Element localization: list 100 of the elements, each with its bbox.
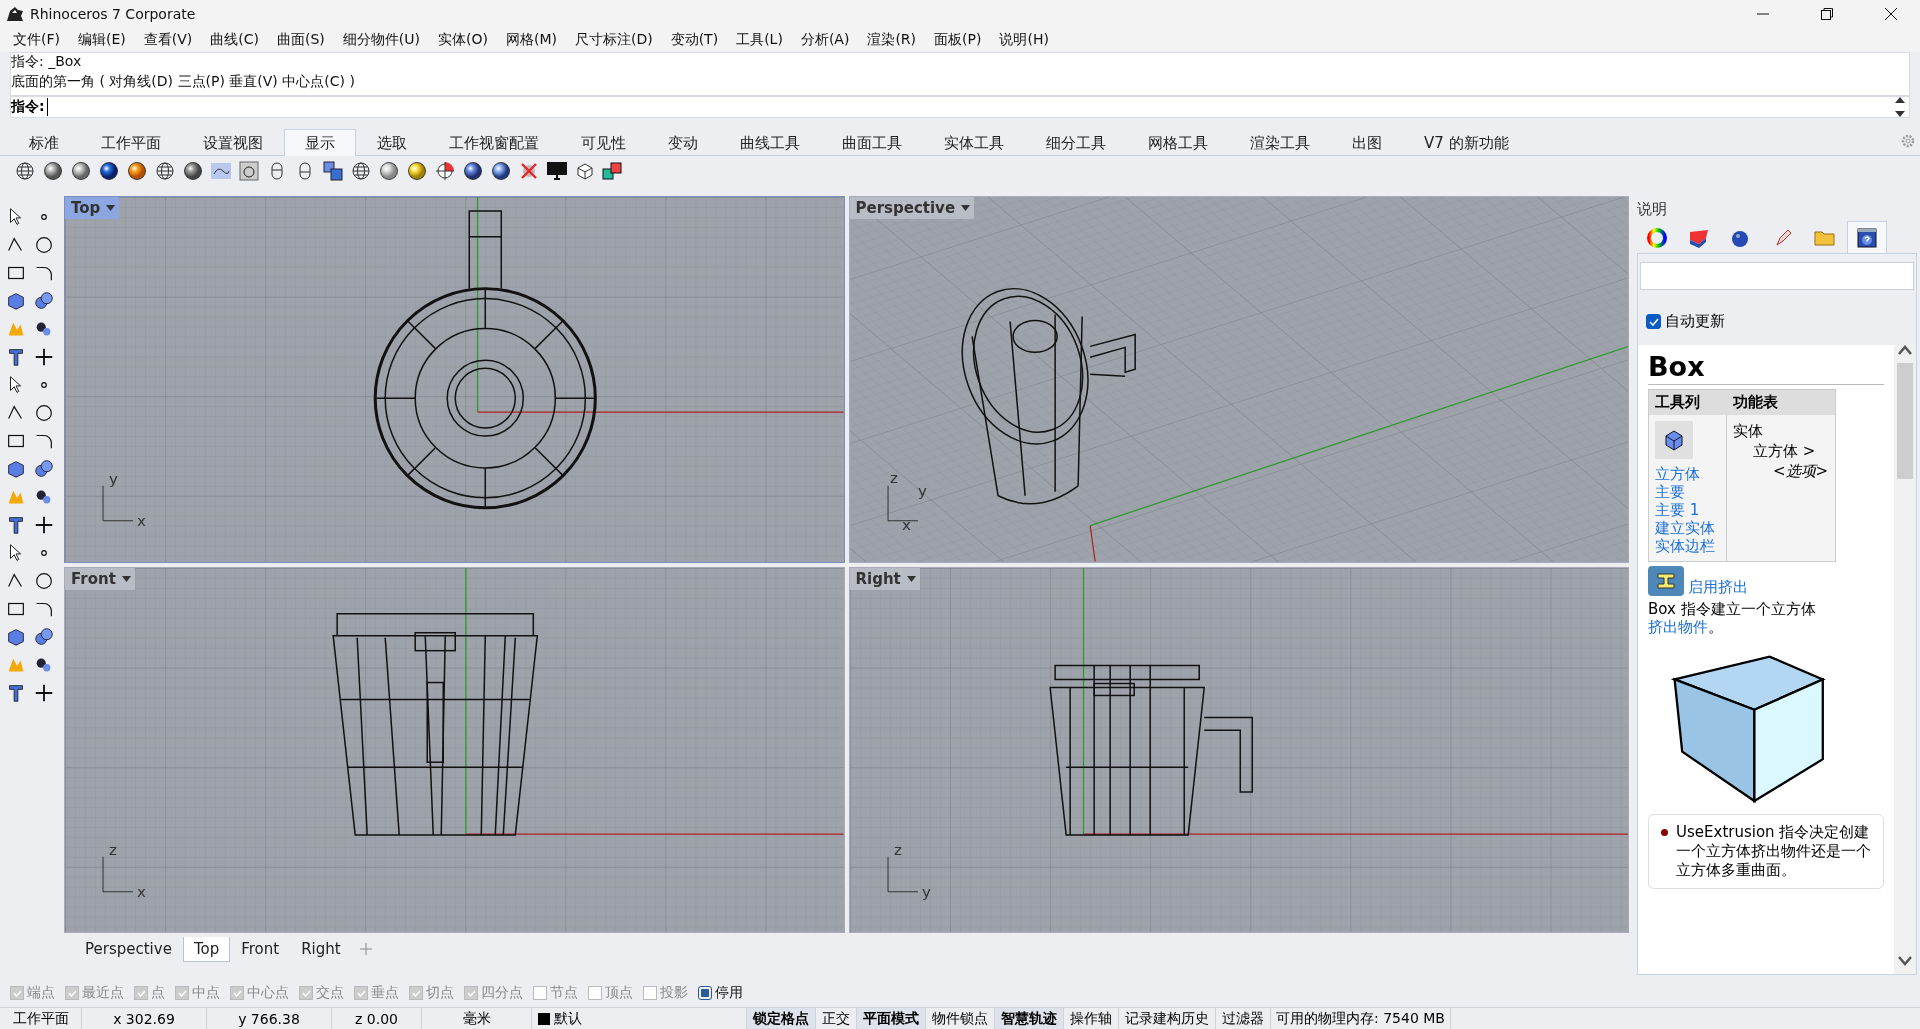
toolbar-tab[interactable]: 变动 bbox=[647, 129, 719, 156]
scroll-down-icon[interactable] bbox=[1898, 956, 1912, 966]
status-toggle[interactable]: 操作轴 bbox=[1064, 1008, 1119, 1029]
osnap-checkbox[interactable] bbox=[65, 986, 79, 1000]
toolbar-link[interactable]: 主要 bbox=[1655, 483, 1720, 501]
menu-item[interactable]: 分析(A) bbox=[791, 31, 859, 49]
menu-item[interactable]: 尺寸标注(D) bbox=[565, 31, 662, 49]
search-field[interactable] bbox=[1640, 262, 1914, 290]
toolbar-tab[interactable]: 工作视窗配置 bbox=[428, 129, 560, 156]
extrusion-icon[interactable] bbox=[1648, 566, 1684, 596]
description-text: Box 指令建立一个立方体 挤出物件。 bbox=[1648, 600, 1817, 636]
axis-label: y bbox=[921, 882, 931, 901]
toolbar-tab[interactable]: 可见性 bbox=[560, 129, 647, 156]
osnap-checkbox[interactable] bbox=[10, 986, 24, 1000]
box-tool-icon[interactable] bbox=[1655, 421, 1693, 459]
toolbar-tab[interactable]: 细分工具 bbox=[1025, 129, 1127, 156]
menu-item[interactable]: 工具(L) bbox=[727, 31, 792, 49]
osnap-checkbox[interactable] bbox=[464, 986, 478, 1000]
status-toggle[interactable]: 记录建构历史 bbox=[1119, 1008, 1216, 1029]
disable-checkbox[interactable] bbox=[698, 986, 712, 1000]
menu-item[interactable]: 文件(F) bbox=[4, 31, 69, 49]
panel-title: 说明 bbox=[1637, 200, 1668, 219]
layer-swatch-icon bbox=[538, 1012, 550, 1025]
viewport-tab[interactable]: Top bbox=[182, 936, 231, 962]
extrusion-object-link[interactable]: 挤出物件 bbox=[1648, 618, 1708, 636]
toolbar-link[interactable]: 建立实体 bbox=[1655, 519, 1720, 537]
osnap-checkbox[interactable] bbox=[134, 986, 148, 1000]
osnap-label: 中心点 bbox=[247, 984, 289, 1002]
scrollbar[interactable] bbox=[1894, 345, 1916, 974]
menu-item[interactable]: 细分物件(U) bbox=[333, 31, 429, 49]
axis-icon bbox=[102, 485, 134, 522]
restore-icon bbox=[1821, 8, 1833, 20]
status-toggle[interactable]: 锁定格点 bbox=[747, 1008, 816, 1029]
help-title: Box bbox=[1648, 351, 1884, 385]
menu-item[interactable]: 网格(M) bbox=[496, 31, 566, 49]
status-toggle[interactable]: 智慧轨迹 bbox=[995, 1008, 1064, 1029]
menu-item[interactable]: 查看(V) bbox=[134, 31, 202, 49]
toolbar-link[interactable]: 主要 1 bbox=[1655, 501, 1720, 519]
toolbar-tab[interactable]: 选取 bbox=[356, 129, 428, 156]
viewport-title[interactable]: Top bbox=[65, 197, 120, 219]
osnap-checkbox[interactable] bbox=[643, 986, 657, 1000]
viewport-tab[interactable]: Perspective bbox=[74, 936, 183, 962]
menu-item[interactable]: 说明(H) bbox=[990, 31, 1058, 49]
viewport-tab[interactable]: Right bbox=[290, 936, 352, 962]
osnap-checkbox[interactable] bbox=[588, 986, 602, 1000]
panel-tab[interactable] bbox=[1847, 221, 1887, 253]
menu-item[interactable]: 曲线(C) bbox=[201, 31, 268, 49]
toolbar-tab[interactable]: 设置视图 bbox=[182, 129, 284, 156]
menu-item[interactable]: 编辑(E) bbox=[69, 31, 135, 49]
y-coordinate: y 766.38 bbox=[207, 1008, 332, 1029]
stacked-cubes-icon[interactable] bbox=[320, 158, 346, 184]
toolbar-tab[interactable]: 出图 bbox=[1331, 129, 1403, 156]
scroll-up-icon[interactable] bbox=[1898, 345, 1912, 355]
viewport-title[interactable]: Front bbox=[65, 567, 135, 590]
osnap-checkbox[interactable] bbox=[409, 986, 423, 1000]
menu-path-item: 立方体 > bbox=[1752, 441, 1817, 461]
axis-label: y bbox=[917, 481, 927, 500]
layer-name[interactable]: 默认 bbox=[554, 1009, 582, 1028]
color-wheel-icon bbox=[1647, 227, 1667, 248]
caret-icon bbox=[906, 575, 916, 582]
osnap-checkbox[interactable] bbox=[354, 986, 368, 1000]
toolbar-tab[interactable]: 曲面工具 bbox=[821, 129, 923, 156]
x-coordinate: x 302.69 bbox=[82, 1008, 207, 1029]
menu-item[interactable]: 曲面(S) bbox=[268, 31, 334, 49]
minimize-icon bbox=[1757, 13, 1769, 15]
status-toggle[interactable]: 平面模式 bbox=[857, 1008, 926, 1029]
viewport-title[interactable]: Right bbox=[849, 567, 920, 590]
osnap-checkbox[interactable] bbox=[533, 986, 547, 1000]
toolbar-tab[interactable]: 工作平面 bbox=[80, 129, 182, 156]
axis-label: y bbox=[109, 469, 118, 488]
toolbar-link[interactable]: 立方体 bbox=[1655, 465, 1720, 483]
status-toggle[interactable]: 过滤器 bbox=[1216, 1008, 1271, 1029]
osnap-checkbox[interactable] bbox=[299, 986, 313, 1000]
extrusion-link[interactable]: 启用挤出 bbox=[1688, 578, 1748, 596]
toolbar-tab[interactable]: 实体工具 bbox=[923, 129, 1025, 156]
toolbar-tab[interactable]: 标准 bbox=[8, 129, 80, 156]
osnap-label: 切点 bbox=[426, 984, 454, 1002]
viewport-tab[interactable]: Front bbox=[230, 936, 291, 962]
toolbar-tab[interactable]: 渲染工具 bbox=[1229, 129, 1331, 156]
axis-label: z bbox=[893, 840, 902, 859]
osnap-checkbox[interactable] bbox=[230, 986, 244, 1000]
bullet-icon bbox=[1661, 829, 1668, 836]
osnap-checkbox[interactable] bbox=[175, 986, 189, 1000]
menu-path-item: <选项> bbox=[1772, 461, 1829, 481]
window-title: Rhinoceros 7 Corporate bbox=[30, 6, 197, 22]
toolbar-tab[interactable]: 曲线工具 bbox=[719, 129, 821, 156]
checkbox[interactable] bbox=[1646, 314, 1661, 329]
toolbar-tab[interactable]: V7 的新功能 bbox=[1403, 129, 1530, 156]
toolbar-tab[interactable]: 网格工具 bbox=[1127, 129, 1229, 156]
scroll-thumb[interactable] bbox=[1897, 363, 1913, 479]
toolbar-link[interactable]: 实体边栏 bbox=[1655, 537, 1720, 555]
menu-item[interactable]: 变动(T) bbox=[661, 31, 728, 49]
toolbar-tab[interactable]: 显示 bbox=[284, 129, 356, 156]
axis-label: x bbox=[901, 515, 911, 534]
menu-item[interactable]: 渲染(R) bbox=[858, 31, 926, 49]
osnap-label: 节点 bbox=[550, 984, 578, 1002]
viewport-title[interactable]: Perspective bbox=[849, 197, 975, 219]
menu-path-item: 实体 bbox=[1733, 421, 1764, 441]
menu-item[interactable]: 实体(O) bbox=[428, 31, 497, 49]
menu-item[interactable]: 面板(P) bbox=[925, 31, 991, 49]
